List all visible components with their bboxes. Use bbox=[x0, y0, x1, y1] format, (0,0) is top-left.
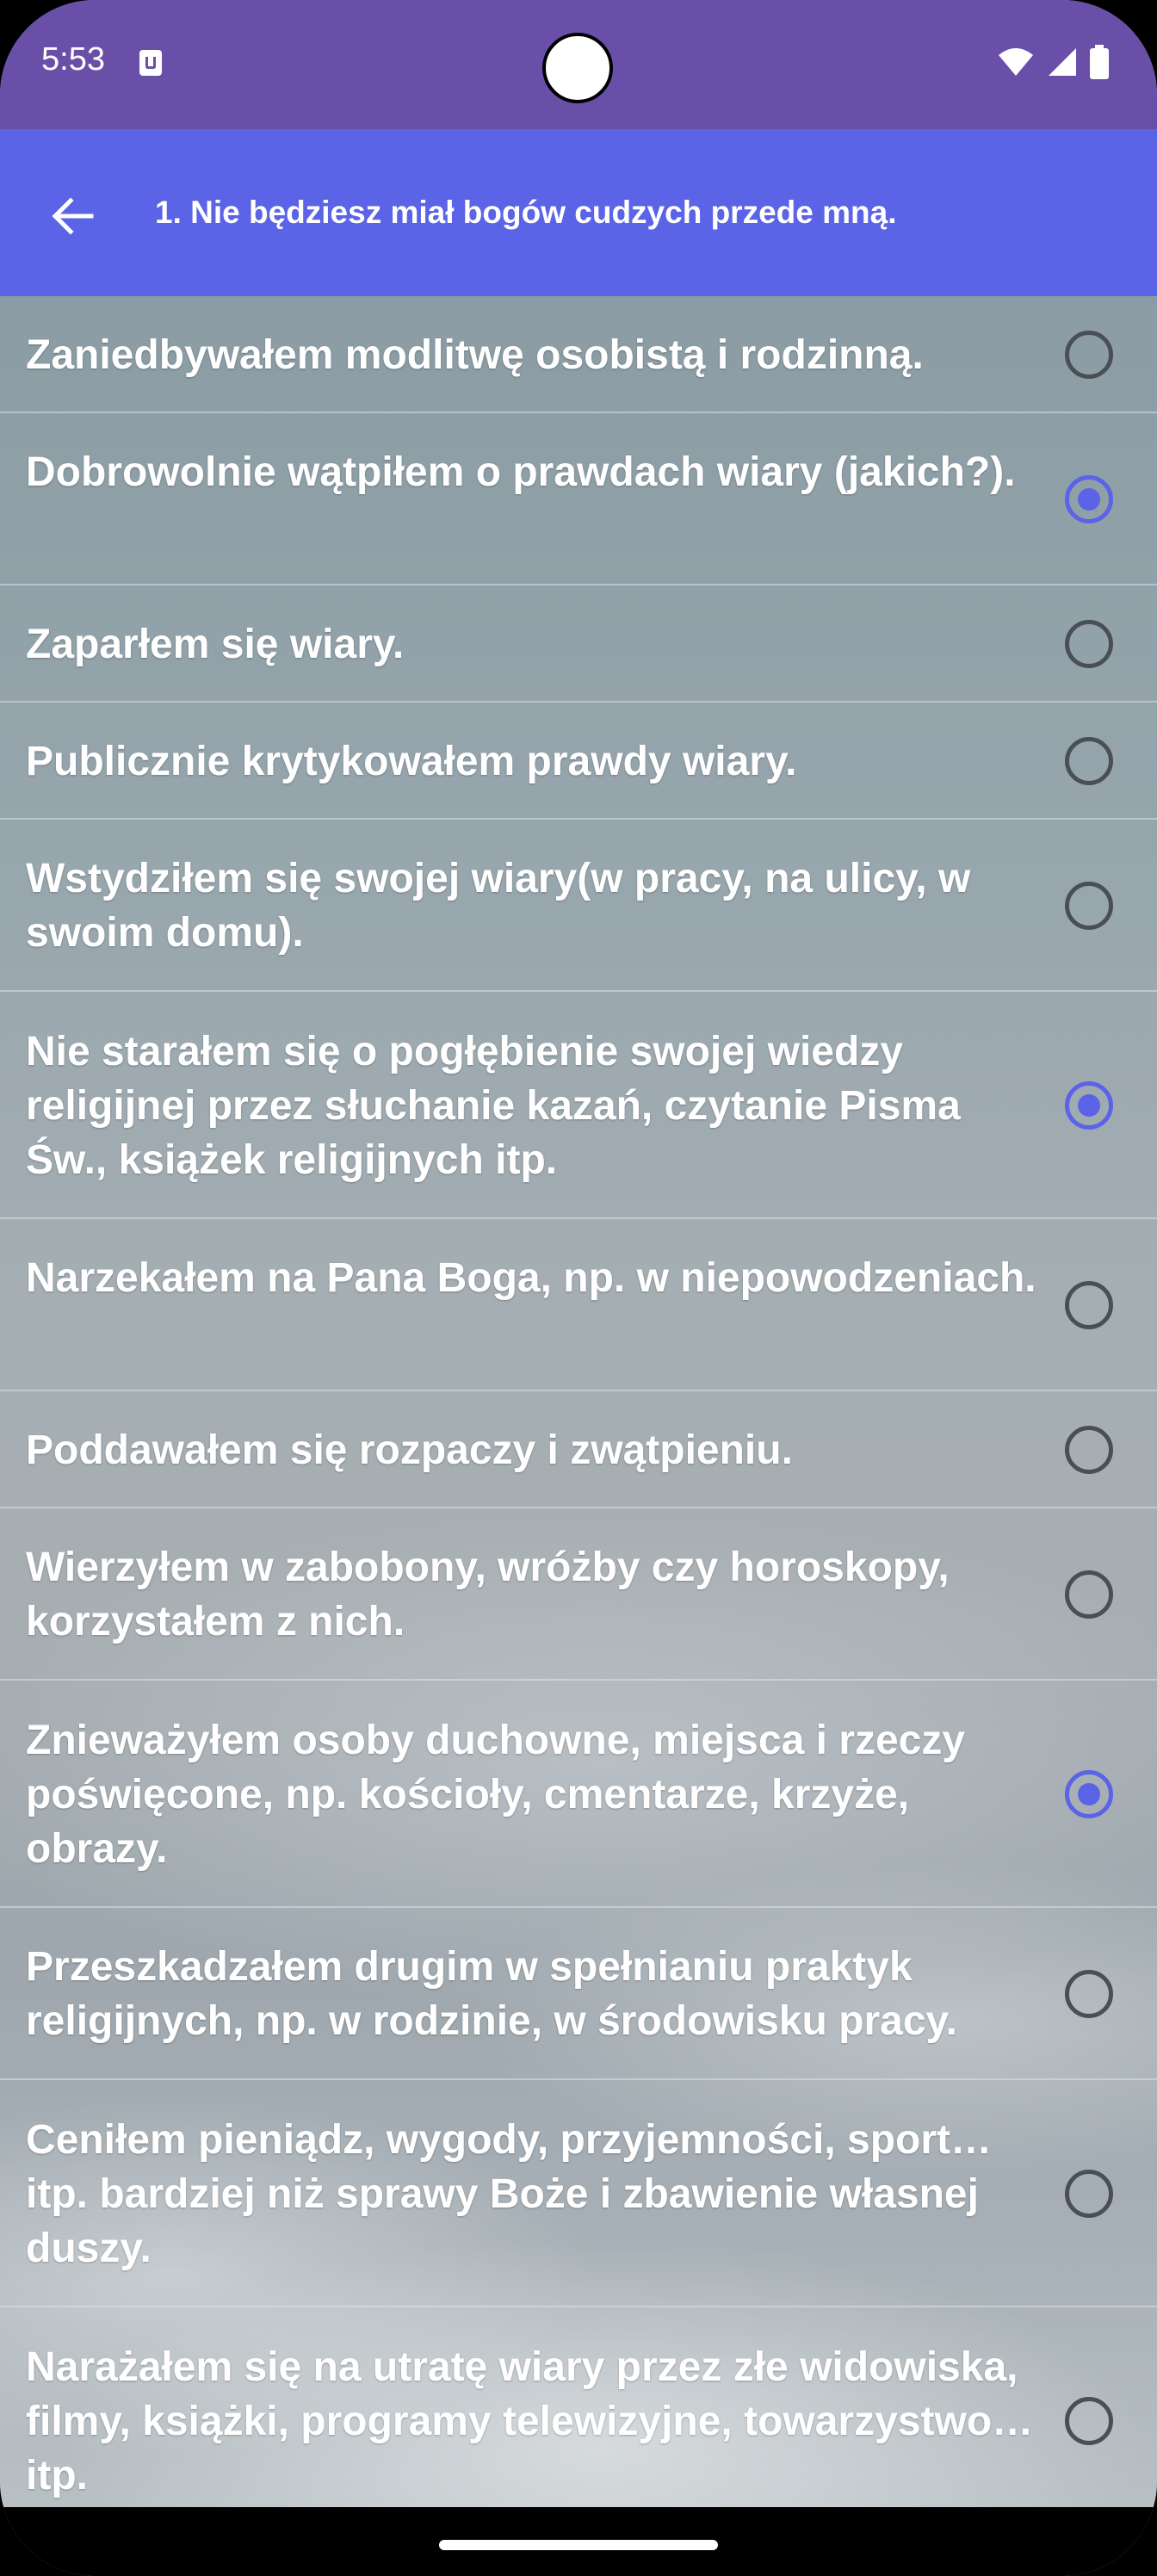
notification-icon bbox=[139, 50, 162, 76]
radio-button[interactable] bbox=[1065, 1770, 1113, 1818]
status-time: 5:53 bbox=[41, 41, 105, 77]
list-item[interactable]: Dobrowolnie wątpiłem o prawdach wiary (j… bbox=[0, 413, 1157, 585]
radio-button[interactable] bbox=[1065, 620, 1113, 668]
page-title: 1. Nie będziesz miał bogów cudzych przed… bbox=[155, 195, 897, 230]
list-item[interactable]: Zaparłem się wiary. bbox=[0, 585, 1157, 703]
radio-button[interactable] bbox=[1065, 2397, 1113, 2445]
radio-button[interactable] bbox=[1065, 331, 1113, 379]
wifi-icon bbox=[999, 48, 1033, 76]
list-item-text: Wstydziłem się swojej wiary(w pracy, na … bbox=[26, 856, 971, 956]
list-item-text: Publicznie krytykowałem prawdy wiary. bbox=[26, 738, 797, 784]
list-item[interactable]: Narzekałem na Pana Boga, np. w niepowodz… bbox=[0, 1219, 1157, 1391]
home-indicator[interactable] bbox=[439, 2540, 718, 2550]
list-item[interactable]: Wierzyłem w zabobony, wróżby czy horosko… bbox=[0, 1508, 1157, 1681]
list-item-text: Ceniłem pieniądz, wygody, przyjemności, … bbox=[26, 2116, 992, 2271]
signal-icon bbox=[1049, 48, 1076, 76]
list-item-text: Zaparłem się wiary. bbox=[26, 621, 405, 667]
examination-list: Zaniedbywałem modlitwę osobistą i rodzin… bbox=[0, 296, 1157, 2507]
list-item[interactable]: Wstydziłem się swojej wiary(w pracy, na … bbox=[0, 820, 1157, 992]
arrow-back-icon bbox=[52, 197, 94, 235]
list-item-text: Znieważyłem osoby duchowne, miejsca i rz… bbox=[26, 1717, 966, 1872]
list-item[interactable]: Zaniedbywałem modlitwę osobistą i rodzin… bbox=[0, 296, 1157, 413]
list-item[interactable]: Nie starałem się o pogłębienie swojej wi… bbox=[0, 992, 1157, 1219]
camera-cutout bbox=[542, 33, 613, 103]
radio-button[interactable] bbox=[1065, 882, 1113, 930]
radio-button[interactable] bbox=[1065, 1281, 1113, 1329]
status-icons bbox=[997, 45, 1109, 79]
list-item-text: Wierzyłem w zabobony, wróżby czy horosko… bbox=[26, 1545, 950, 1644]
list-item[interactable]: Przeszkadzałem drugim w spełnianiu prakt… bbox=[0, 1908, 1157, 2080]
list-item-text: Zaniedbywałem modlitwę osobistą i rodzin… bbox=[26, 331, 924, 378]
radio-button[interactable] bbox=[1065, 1426, 1113, 1474]
list-item-text: Narzekałem na Pana Boga, np. w niepowodz… bbox=[26, 1255, 1036, 1301]
radio-button[interactable] bbox=[1065, 737, 1113, 785]
list-item-text: Poddawałem się rozpaczy i zwątpieniu. bbox=[26, 1427, 793, 1473]
app-bar: 1. Nie będziesz miał bogów cudzych przed… bbox=[0, 129, 1157, 296]
status-bar: 5:53 bbox=[0, 0, 1157, 129]
list-item[interactable]: Ceniłem pieniądz, wygody, przyjemności, … bbox=[0, 2080, 1157, 2307]
list-item[interactable]: Narażałem się na utratę wiary przez złe … bbox=[0, 2307, 1157, 2507]
list-item-text: Przeszkadzałem drugim w spełnianiu prakt… bbox=[26, 1944, 957, 2044]
battery-icon bbox=[1090, 45, 1109, 79]
list-item-text: Narażałem się na utratę wiary przez złe … bbox=[26, 2344, 1034, 2499]
phone-screen: 5:53 1. Nie będziesz miał bogów cudzych … bbox=[0, 0, 1157, 2576]
radio-button[interactable] bbox=[1065, 1081, 1113, 1130]
list-item[interactable]: Poddawałem się rozpaczy i zwątpieniu. bbox=[0, 1391, 1157, 1508]
back-button[interactable] bbox=[34, 178, 110, 254]
list-item-text: Nie starałem się o pogłębienie swojej wi… bbox=[26, 1028, 961, 1183]
radio-button[interactable] bbox=[1065, 1970, 1113, 2018]
list-item[interactable]: Znieważyłem osoby duchowne, miejsca i rz… bbox=[0, 1681, 1157, 1908]
list-item-text: Dobrowolnie wątpiłem o prawdach wiary (j… bbox=[26, 449, 1016, 495]
radio-button[interactable] bbox=[1065, 475, 1113, 523]
list-item[interactable]: Publicznie krytykowałem prawdy wiary. bbox=[0, 703, 1157, 820]
radio-button[interactable] bbox=[1065, 2170, 1113, 2218]
radio-button[interactable] bbox=[1065, 1570, 1113, 1619]
